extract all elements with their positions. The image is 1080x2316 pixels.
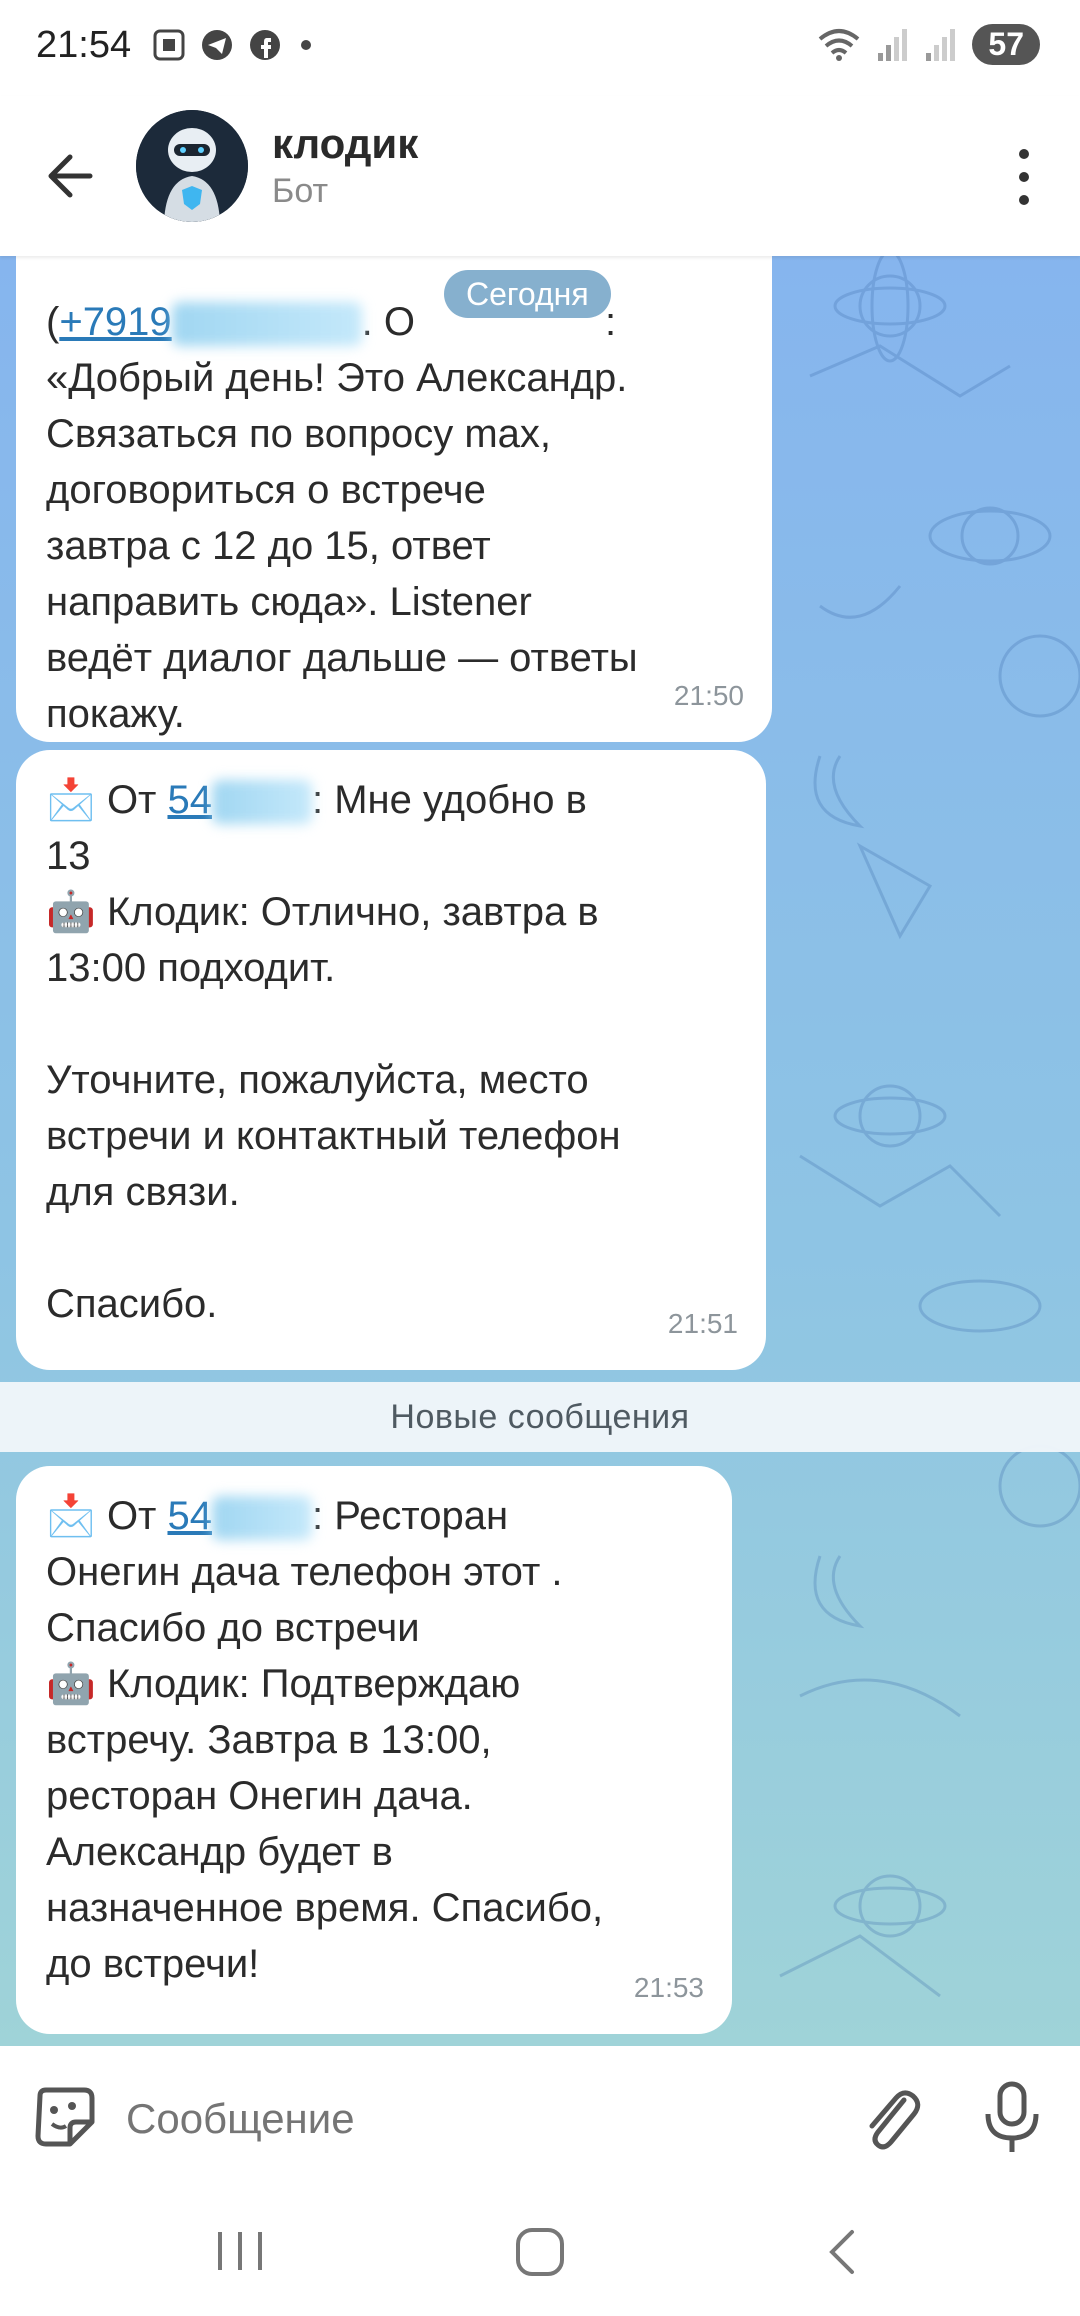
recent-apps-icon[interactable] bbox=[212, 2226, 268, 2276]
status-time: 21:54 bbox=[36, 24, 132, 66]
message-line: встречу. Завтра в 13:00, bbox=[46, 1718, 492, 1762]
message-line: Александр будет в bbox=[46, 1830, 393, 1874]
message-bubble[interactable]: (+7919. О: «Добрый день! Это Александр. … bbox=[16, 256, 772, 742]
message-line: назначенное время. Спасибо, bbox=[46, 1886, 604, 1930]
message-line bbox=[46, 256, 742, 294]
message-line: завтра с 12 до 15, ответ bbox=[46, 524, 491, 568]
message-line: договориться о встрече bbox=[46, 468, 486, 512]
message-line: для связи. bbox=[46, 1170, 240, 1214]
phone-link[interactable]: +7919 bbox=[59, 300, 171, 344]
message-input-bar bbox=[0, 2046, 1080, 2186]
chat-subtitle: Бот bbox=[272, 172, 329, 210]
redacted-block bbox=[211, 780, 312, 825]
message-bubble[interactable]: 📩 От 54: Ресторан Онегин дача телефон эт… bbox=[16, 1466, 732, 2034]
message-line: 🤖 Клодик: Подтверждаю bbox=[46, 1662, 521, 1706]
chat-area[interactable]: Сегодня (+7919. О: «Добрый день! Это Але… bbox=[0, 256, 1080, 2046]
message-line: покажу. bbox=[46, 692, 185, 736]
date-label: Сегодня bbox=[444, 270, 611, 318]
message-bubble[interactable]: 📩 От 54: Мне удобно в 13 🤖 Клодик: Отлич… bbox=[16, 750, 766, 1370]
message-input[interactable] bbox=[124, 2086, 828, 2152]
message-line: Онегин дача телефон этот . bbox=[46, 1550, 563, 1594]
signal-icon bbox=[926, 28, 956, 61]
message-line: Связаться по вопросу max, bbox=[46, 412, 551, 456]
home-icon[interactable] bbox=[510, 2222, 570, 2282]
inbox-envelope-icon: 📩 bbox=[46, 778, 96, 822]
dot-icon bbox=[301, 40, 311, 50]
telegram-icon bbox=[202, 30, 232, 60]
paperclip-icon[interactable] bbox=[856, 2082, 926, 2156]
robot-avatar-icon bbox=[136, 110, 248, 222]
chat-header: клодик Бот bbox=[0, 96, 1080, 256]
message-line bbox=[46, 1220, 736, 1276]
message-line: встречи и контактный телефон bbox=[46, 1114, 621, 1158]
message-line: направить сюда». Listener bbox=[46, 580, 532, 624]
message-line: Уточните, пожалуйста, место bbox=[46, 1058, 589, 1102]
message-line: до встречи! bbox=[46, 1942, 260, 1986]
avatar[interactable] bbox=[136, 110, 248, 222]
robot-icon: 🤖 bbox=[46, 1662, 96, 1706]
more-vertical-icon[interactable] bbox=[1004, 132, 1044, 222]
screenshot-icon bbox=[153, 29, 185, 61]
message-line: (+7919. О: bbox=[46, 294, 742, 350]
system-navigation-bar bbox=[0, 2186, 1080, 2316]
message-line: Спасибо. bbox=[46, 1282, 218, 1326]
notification-icons bbox=[152, 28, 316, 62]
chat-title[interactable]: клодик bbox=[272, 120, 418, 168]
message-line: «Добрый день! Это Александр. bbox=[46, 356, 628, 400]
message-line: 13 bbox=[46, 834, 91, 878]
facebook-icon bbox=[250, 30, 280, 60]
message-line: ресторан Онегин дача. bbox=[46, 1774, 473, 1818]
message-line: 📩 От 54: Мне удобно в bbox=[46, 772, 736, 828]
system-icons: 57 bbox=[816, 24, 1040, 65]
signal-icon bbox=[878, 28, 908, 61]
sticker-icon[interactable] bbox=[30, 2082, 100, 2152]
message-time: 21:50 bbox=[673, 680, 744, 711]
back-arrow-icon[interactable] bbox=[40, 140, 100, 212]
sender-link[interactable]: 54 bbox=[167, 778, 212, 822]
message-line: 13:00 подходит. bbox=[46, 946, 336, 990]
message-line: 📩 От 54: Ресторан bbox=[46, 1488, 702, 1544]
sender-link[interactable]: 54 bbox=[167, 1494, 212, 1538]
message-line bbox=[46, 996, 736, 1052]
new-messages-divider: Новые сообщения bbox=[0, 1382, 1080, 1452]
battery-indicator: 57 bbox=[972, 24, 1040, 65]
message-line: ведёт диалог дальше — ответы bbox=[46, 636, 638, 680]
message-line: Спасибо до встречи bbox=[46, 1606, 420, 1650]
message-line: 🤖 Клодик: Отлично, завтра в bbox=[46, 890, 599, 934]
wifi-icon bbox=[819, 28, 860, 61]
message-time: 21:53 bbox=[633, 1972, 704, 2003]
inbox-envelope-icon: 📩 bbox=[46, 1494, 96, 1538]
redacted-block bbox=[171, 302, 362, 347]
robot-icon: 🤖 bbox=[46, 890, 96, 934]
redacted-block bbox=[211, 1496, 312, 1541]
message-time: 21:51 bbox=[667, 1308, 738, 1339]
nav-back-icon[interactable] bbox=[822, 2224, 862, 2280]
microphone-icon[interactable] bbox=[980, 2080, 1044, 2156]
status-bar: 21:54 57 bbox=[0, 0, 1080, 96]
